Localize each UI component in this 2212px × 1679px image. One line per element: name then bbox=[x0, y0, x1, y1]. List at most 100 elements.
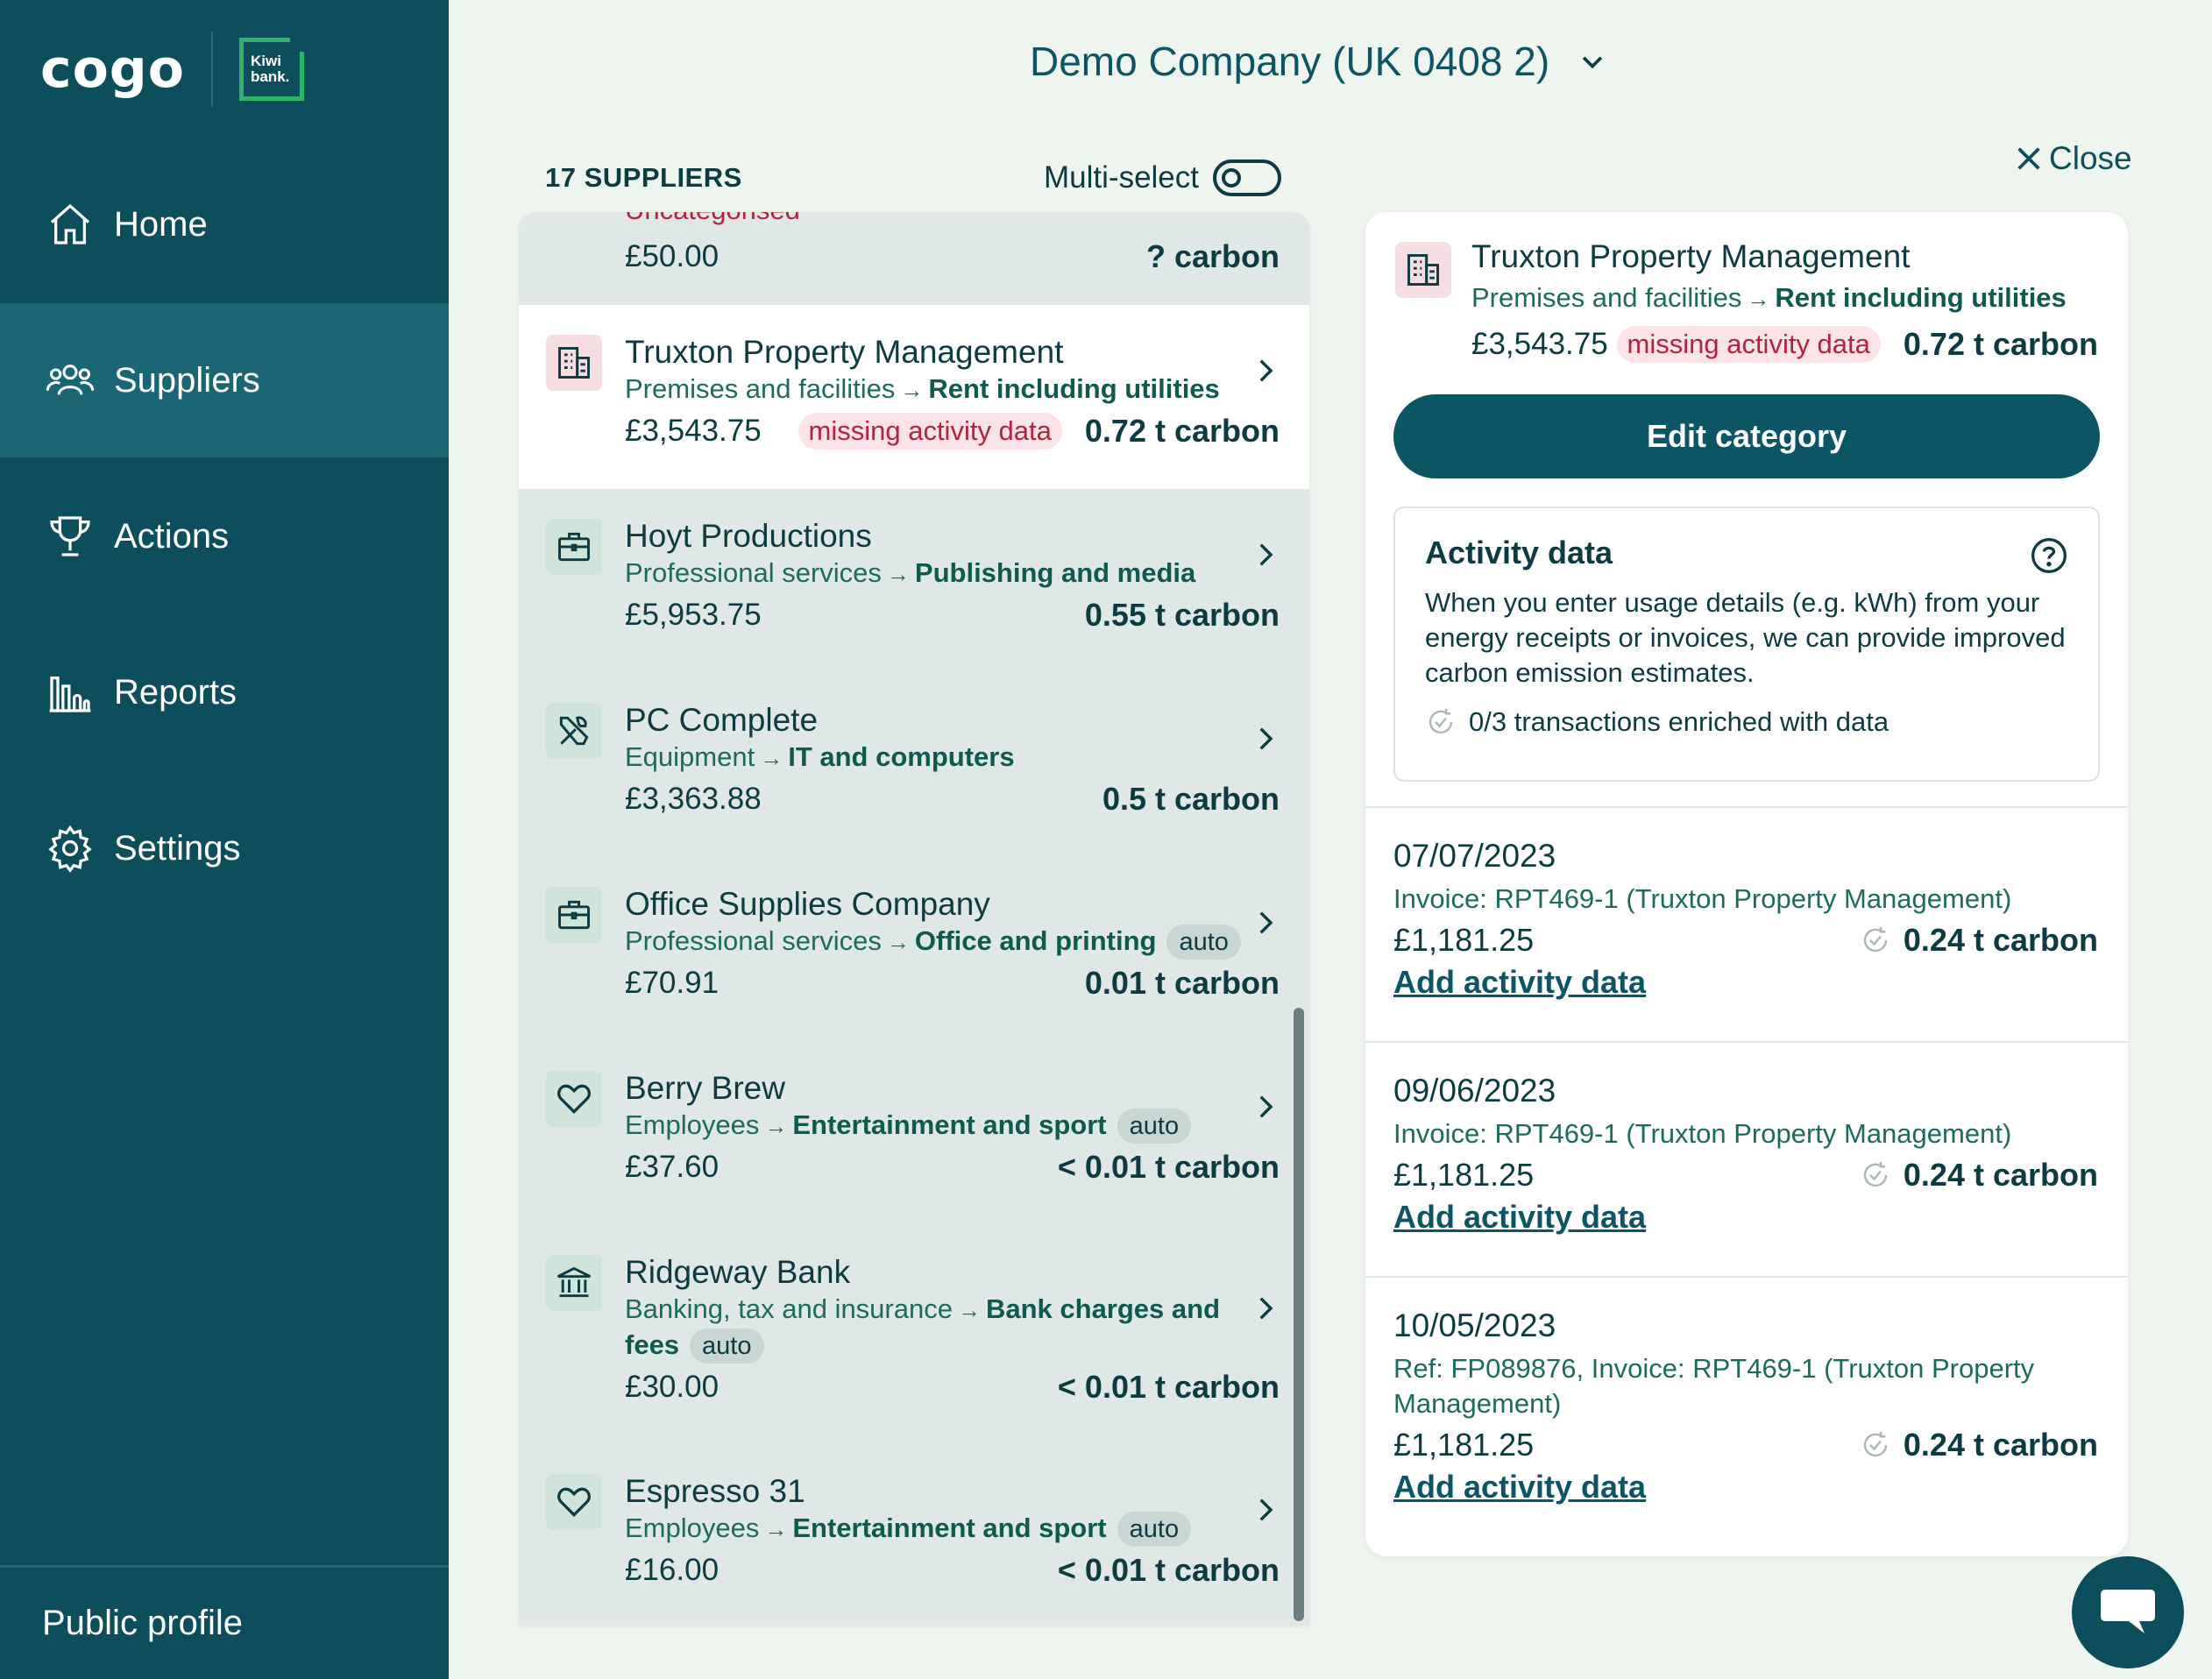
transaction-amount: £1,181.25 bbox=[1393, 1157, 1535, 1193]
nav-settings[interactable]: Settings bbox=[0, 771, 449, 925]
supplier-name: Truxton Property Management bbox=[625, 334, 1064, 370]
supplier-subcategory: Office and printing bbox=[914, 925, 1157, 956]
supplier-subcategory: IT and computers bbox=[788, 741, 1015, 772]
nav-reports[interactable]: Reports bbox=[0, 615, 449, 769]
supplier-category: Banking, tax and insurance bbox=[625, 1293, 953, 1324]
chevron-right-icon bbox=[1259, 727, 1273, 750]
chevron-right-icon bbox=[1259, 1095, 1273, 1118]
multi-select: Multi-select bbox=[1044, 159, 1281, 196]
supplier-row[interactable]: Hoyt Productions Professional services → P… bbox=[519, 489, 1309, 673]
detail-subcategory: Rent including utilities bbox=[1775, 282, 2067, 313]
transaction-date: 10/05/2023 bbox=[1393, 1307, 1556, 1343]
brand: cogo Kiwi bank. bbox=[40, 32, 304, 107]
refresh-icon bbox=[1863, 927, 1888, 953]
nav-home[interactable]: Home bbox=[0, 147, 449, 301]
supplier-subcategory: Publishing and media bbox=[914, 557, 1196, 588]
home-icon bbox=[46, 200, 95, 249]
supplier-row[interactable]: PC Complete Equipment → IT and computers £… bbox=[519, 673, 1309, 857]
chevron-right-icon bbox=[1259, 1297, 1273, 1320]
briefcase-icon bbox=[546, 887, 602, 943]
nav-home-label: Home bbox=[114, 204, 208, 244]
supplier-amount: £3,363.88 bbox=[625, 782, 762, 816]
heart-icon bbox=[546, 1474, 602, 1530]
supplier-carbon: < 0.01 t carbon bbox=[1057, 1369, 1280, 1405]
detail-carbon: 0.72 t carbon bbox=[1903, 326, 2098, 362]
list-header: 17 SUPPLIERS Multi-select bbox=[545, 156, 1281, 200]
public-profile-label: Public profile bbox=[42, 1604, 244, 1642]
supplier-list: Uncategorised £50.00 ? carbon Truxton Pr… bbox=[519, 212, 1309, 1625]
refresh-icon bbox=[1863, 1432, 1888, 1457]
sidebar: cogo Kiwi bank. Home Suppliers Actions R… bbox=[0, 0, 449, 1679]
supplier-row[interactable]: Berry Brew Employees → Entertainment and s… bbox=[519, 1041, 1309, 1225]
transaction-amount: £1,181.25 bbox=[1393, 1427, 1535, 1463]
supplier-amount: £37.60 bbox=[625, 1150, 720, 1184]
supplier-carbon: < 0.01 t carbon bbox=[1057, 1552, 1280, 1588]
chevron-right-icon bbox=[1259, 359, 1273, 382]
bank-icon bbox=[546, 1255, 602, 1311]
kiwibank-logo-line2: bank. bbox=[250, 68, 290, 85]
supplier-category: Employees bbox=[625, 1109, 760, 1140]
transaction-date: 07/07/2023 bbox=[1393, 838, 1556, 874]
supplier-amount: £30.00 bbox=[625, 1370, 720, 1404]
supplier-row[interactable]: Office Supplies Company Professional ser… bbox=[519, 857, 1309, 1041]
add-activity-data-link[interactable]: Add activity data bbox=[1393, 1199, 1646, 1236]
supplier-name: Hoyt Productions bbox=[625, 518, 872, 554]
users-icon bbox=[46, 356, 95, 405]
supplier-row-partial[interactable]: Uncategorised £50.00 ? carbon bbox=[519, 212, 1309, 305]
public-profile-link[interactable]: Public profile bbox=[0, 1565, 449, 1679]
refresh-icon bbox=[1863, 1162, 1888, 1187]
nav-suppliers-label: Suppliers bbox=[114, 360, 260, 400]
supplier-amount: £50.00 bbox=[625, 239, 720, 273]
nav-actions[interactable]: Actions bbox=[0, 459, 449, 613]
trophy-icon bbox=[46, 512, 95, 561]
supplier-amount: £5,953.75 bbox=[625, 598, 762, 632]
close-icon bbox=[2017, 147, 2040, 170]
activity-data-title: Activity data bbox=[1425, 535, 1613, 570]
supplier-carbon: 0.01 t carbon bbox=[1084, 965, 1280, 1001]
supplier-carbon: 0.5 t carbon bbox=[1102, 781, 1280, 817]
company-name: Demo Company (UK 0408 2) bbox=[1030, 39, 1550, 84]
gear-icon bbox=[46, 824, 95, 873]
multi-select-toggle[interactable] bbox=[1213, 159, 1281, 196]
nav-suppliers[interactable]: Suppliers bbox=[0, 303, 449, 457]
supplier-carbon: 0.55 t carbon bbox=[1084, 597, 1280, 633]
supplier-category: Premises and facilities bbox=[625, 373, 896, 404]
edit-category-button[interactable]: Edit category bbox=[1393, 394, 2100, 478]
auto-badge: auto bbox=[1117, 1512, 1192, 1547]
transaction-invoice: Ref: FP089876, Invoice: RPT469-1 (Truxto… bbox=[1393, 1353, 2035, 1419]
supplier-name: Office Supplies Company bbox=[625, 886, 990, 922]
kiwibank-logo-line1: Kiwi bbox=[250, 53, 281, 69]
list-scrollbar[interactable] bbox=[1294, 1008, 1304, 1621]
detail-category: Premises and facilities bbox=[1471, 282, 1742, 313]
kiwibank-logo: Kiwi bank. bbox=[238, 38, 304, 101]
supplier-subcategory: Bank charges and bbox=[985, 1293, 1221, 1324]
auto-badge: auto bbox=[1166, 925, 1241, 960]
supplier-subcategory-cont: fees bbox=[625, 1329, 680, 1360]
multi-select-label: Multi-select bbox=[1044, 160, 1199, 195]
transaction-item: 07/07/2023 Invoice: RPT469-1 (Truxton Pr… bbox=[1365, 806, 2128, 1041]
chevron-down-icon bbox=[1582, 56, 1603, 69]
detail-amount: £3,543.75 bbox=[1471, 327, 1608, 361]
chevron-right-icon bbox=[1259, 1498, 1273, 1521]
transaction-invoice: Invoice: RPT469-1 (Truxton Property Mana… bbox=[1393, 1118, 2012, 1149]
supplier-row[interactable]: Espresso 31 Employees → Entertainment and … bbox=[519, 1444, 1309, 1625]
add-activity-data-link[interactable]: Add activity data bbox=[1393, 1469, 1646, 1505]
nav-actions-label: Actions bbox=[114, 516, 230, 556]
nav-reports-label: Reports bbox=[114, 672, 238, 712]
help-icon[interactable] bbox=[2030, 536, 2068, 575]
supplier-amount: £70.91 bbox=[625, 966, 720, 1000]
close-button[interactable]: Close bbox=[2014, 140, 2132, 177]
supplier-name: Ridgeway Bank bbox=[625, 1254, 851, 1290]
building-icon bbox=[546, 335, 602, 391]
supplier-detail-panel: Truxton Property Management Premises and… bbox=[1365, 212, 2128, 1556]
add-activity-data-link[interactable]: Add activity data bbox=[1393, 964, 1646, 1001]
supplier-subcategory: Entertainment and sport bbox=[792, 1109, 1107, 1140]
supplier-row[interactable]: Truxton Property Management Premises and… bbox=[519, 305, 1309, 489]
supplier-amount: £3,543.75 bbox=[625, 414, 762, 448]
transaction-amount: £1,181.25 bbox=[1393, 922, 1535, 958]
supplier-row[interactable]: Ridgeway Bank Banking, tax and insurance… bbox=[519, 1225, 1309, 1444]
chat-button[interactable] bbox=[2072, 1556, 2184, 1668]
heart-icon bbox=[546, 1071, 602, 1127]
supplier-subcategory: Rent including utilities bbox=[928, 373, 1220, 404]
company-selector[interactable]: Demo Company (UK 0408 2) bbox=[1030, 35, 1607, 88]
